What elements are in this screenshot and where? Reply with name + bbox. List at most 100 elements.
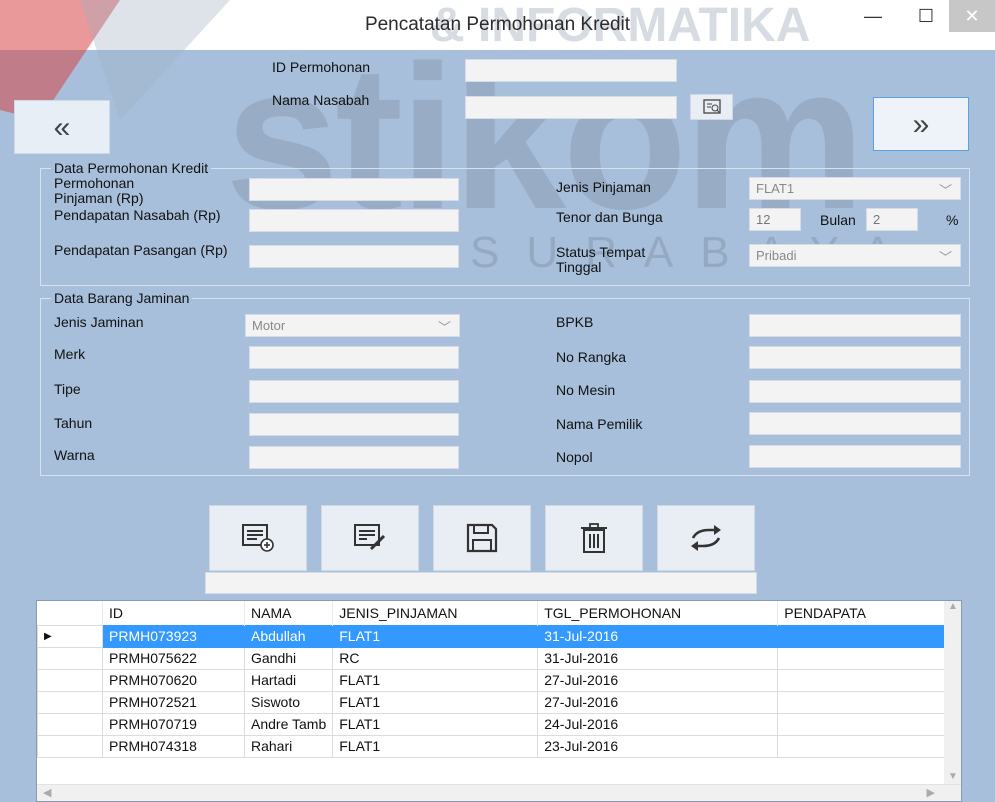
nama-pemilik-field[interactable]	[749, 412, 961, 435]
cell-pendapatan	[777, 734, 951, 758]
no-mesin-label: No Mesin	[556, 382, 616, 398]
cell-tgl: 24-Jul-2016	[537, 712, 779, 736]
next-record-button[interactable]: »	[873, 97, 969, 151]
refresh-icon	[691, 525, 721, 551]
cell-pendapatan	[777, 646, 951, 670]
bunga-field[interactable]	[866, 208, 918, 231]
chevron-down-icon: ﹀	[437, 320, 451, 335]
cell-tgl: 31-Jul-2016	[537, 646, 779, 670]
cell-nama: Gandhi	[243, 646, 334, 670]
column-header-jenis[interactable]: JENIS_PINJAMAN	[332, 601, 539, 625]
pendapatan-nasabah-field[interactable]	[249, 209, 459, 232]
app-window: & INFORMATIKA Pencatatan Permohonan Kred…	[0, 0, 995, 802]
grid-header-row: ID NAMA JENIS_PINJAMAN TGL_PERMOHONAN PE…	[37, 601, 951, 625]
cell-id: PRMH074318	[102, 734, 245, 758]
merk-label: Merk	[54, 346, 86, 362]
nama-nasabah-field[interactable]	[465, 96, 677, 119]
cell-tgl: 23-Jul-2016	[537, 734, 779, 758]
pendapatan-pasangan-field[interactable]	[249, 245, 459, 268]
cell-jenis: FLAT1	[332, 624, 539, 648]
cell-tgl: 31-Jul-2016	[537, 624, 779, 648]
pendapatan-pasangan-label: Pendapatan Pasangan (Rp)	[54, 242, 228, 258]
kredit-group-title: Data Permohonan Kredit	[51, 160, 212, 176]
horizontal-scrollbar[interactable]: ◀ ▶	[37, 784, 961, 801]
no-mesin-field[interactable]	[749, 380, 961, 403]
warna-field[interactable]	[249, 446, 459, 469]
bpkb-label: BPKB	[556, 314, 594, 330]
permohonan-grid[interactable]: ID NAMA JENIS_PINJAMAN TGL_PERMOHONAN PE…	[36, 600, 962, 802]
cell-pendapatan	[777, 690, 951, 714]
nama-nasabah-label: Nama Nasabah	[272, 92, 370, 108]
column-header-tgl[interactable]: TGL_PERMOHONAN	[537, 601, 779, 625]
cell-tgl: 27-Jul-2016	[537, 668, 779, 692]
jenis-pinjaman-select[interactable]: FLAT1 ﹀	[749, 177, 961, 200]
row-header[interactable]	[37, 668, 103, 692]
scroll-left-icon[interactable]: ◀	[43, 786, 51, 799]
status-field	[205, 572, 757, 594]
row-header[interactable]	[37, 734, 103, 758]
vertical-scrollbar[interactable]: ▲ ▼	[944, 601, 961, 784]
cell-id: PRMH073923	[102, 624, 245, 648]
bpkb-field[interactable]	[749, 314, 961, 337]
tenor-field[interactable]	[749, 208, 801, 231]
add-button[interactable]	[209, 505, 307, 571]
tipe-field[interactable]	[249, 380, 459, 403]
cell-jenis: FLAT1	[332, 712, 539, 736]
bulan-label: Bulan	[820, 212, 856, 228]
save-button[interactable]	[433, 505, 531, 571]
cell-id: PRMH075622	[102, 646, 245, 670]
jenis-pinjaman-label: Jenis Pinjaman	[556, 179, 651, 195]
previous-record-button[interactable]: «	[14, 100, 110, 154]
add-icon	[242, 524, 274, 552]
table-row[interactable]: ▶ PRMH073923 Abdullah FLAT1 31-Jul-2016	[37, 624, 951, 648]
pendapatan-nasabah-label: Pendapatan Nasabah (Rp)	[54, 207, 221, 223]
cell-id: PRMH070620	[102, 668, 245, 692]
chevron-down-icon: ﹀	[938, 183, 952, 198]
table-row[interactable]: PRMH074318 Rahari FLAT1 23-Jul-2016	[37, 734, 951, 758]
tahun-label: Tahun	[54, 415, 93, 431]
search-nasabah-button[interactable]	[690, 94, 733, 120]
scroll-down-icon[interactable]: ▼	[948, 771, 958, 782]
id-permohonan-field[interactable]	[465, 59, 677, 82]
row-header[interactable]	[37, 690, 103, 714]
cell-nama: Abdullah	[243, 624, 334, 648]
jenis-jaminan-select[interactable]: Motor ﹀	[245, 314, 460, 337]
cell-nama: Andre Tamb	[243, 712, 334, 736]
jenis-pinjaman-value: FLAT1	[756, 181, 795, 196]
cell-jenis: FLAT1	[332, 734, 539, 758]
cell-id: PRMH072521	[102, 690, 245, 714]
row-selector-icon[interactable]: ▶	[37, 624, 103, 648]
table-row[interactable]: PRMH075622 Gandhi RC 31-Jul-2016	[37, 646, 951, 670]
status-tinggal-label: Status Tempat Tinggal	[556, 244, 646, 275]
scroll-up-icon[interactable]: ▲	[948, 601, 958, 612]
permohonan-field[interactable]	[249, 178, 459, 201]
edit-button[interactable]	[321, 505, 419, 571]
permohonan-table: ID NAMA JENIS_PINJAMAN TGL_PERMOHONAN PE…	[37, 601, 951, 758]
row-header[interactable]	[37, 646, 103, 670]
jenis-jaminan-label: Jenis Jaminan	[54, 314, 144, 330]
column-header-pendapatan[interactable]: PENDAPATA	[777, 601, 951, 625]
no-rangka-field[interactable]	[749, 346, 961, 369]
status-tinggal-select[interactable]: Pribadi ﹀	[749, 244, 961, 267]
nopol-field[interactable]	[749, 445, 961, 468]
jenis-jaminan-value: Motor	[252, 318, 286, 333]
status-tinggal-value: Pribadi	[756, 248, 797, 263]
form-client: stikom SURABAYA ID Permohonan Nama Nasab…	[0, 0, 995, 802]
cell-jenis: FLAT1	[332, 690, 539, 714]
merk-field[interactable]	[249, 346, 459, 369]
scroll-right-icon[interactable]: ▶	[927, 786, 935, 799]
table-row[interactable]: PRMH072521 Siswoto FLAT1 27-Jul-2016	[37, 690, 951, 714]
nama-pemilik-label: Nama Pemilik	[556, 416, 643, 432]
tahun-field[interactable]	[249, 413, 459, 436]
tipe-label: Tipe	[54, 381, 81, 397]
column-header-id[interactable]: ID	[102, 601, 245, 625]
table-row[interactable]: PRMH070719 Andre Tamb FLAT1 24-Jul-2016	[37, 712, 951, 736]
permohonan-label: Permohonan Pinjaman (Rp)	[54, 175, 144, 206]
column-header-nama[interactable]: NAMA	[244, 601, 334, 625]
refresh-button[interactable]	[657, 505, 755, 571]
search-list-icon	[702, 99, 721, 114]
table-row[interactable]: PRMH070620 Hartadi FLAT1 27-Jul-2016	[37, 668, 951, 692]
row-header[interactable]	[37, 712, 103, 736]
jaminan-group-title: Data Barang Jaminan	[51, 290, 193, 306]
delete-button[interactable]	[545, 505, 643, 571]
